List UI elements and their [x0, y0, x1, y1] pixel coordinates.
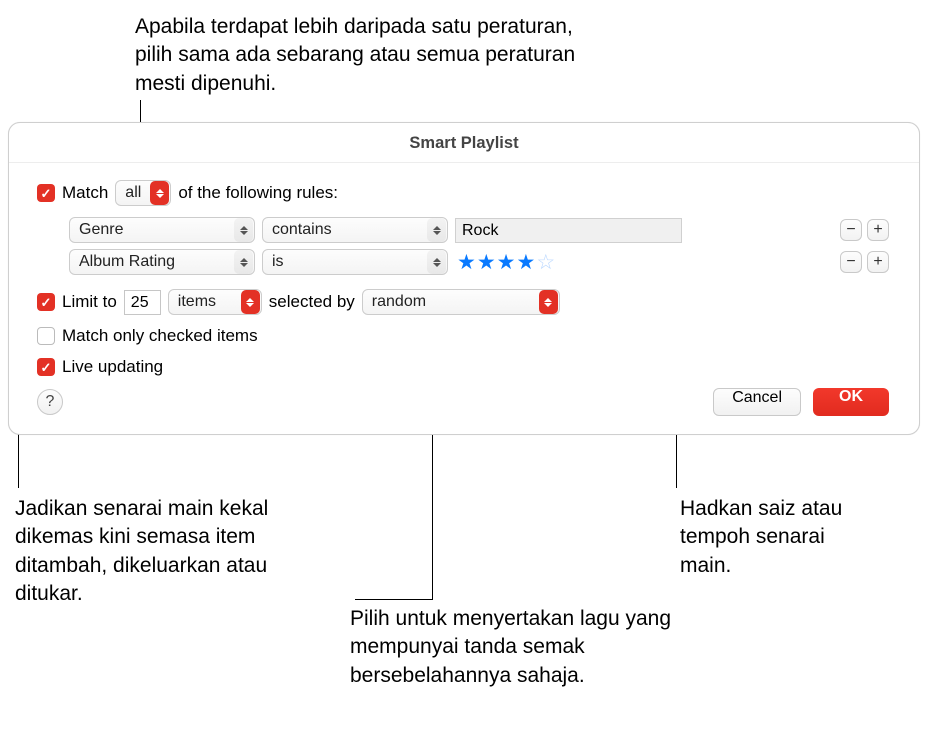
rule-field-popup[interactable]: Album Rating — [69, 249, 255, 275]
limit-label: Limit to — [62, 292, 117, 312]
remove-rule-button[interactable]: − — [840, 251, 862, 273]
callout-line — [355, 599, 433, 600]
limit-unit-popup[interactable]: items — [168, 289, 262, 315]
rule-operator-popup[interactable]: contains — [262, 217, 448, 243]
dialog-title: Smart Playlist — [9, 123, 919, 163]
rule-operator-value: contains — [272, 221, 340, 239]
rules-block: Genre contains Rock − + Album Rating — [69, 217, 889, 275]
rule-value-stars[interactable]: ★ ★ ★ ★ ☆ — [455, 252, 555, 273]
match-mode-value: all — [125, 184, 149, 202]
chevron-updown-icon — [234, 218, 253, 242]
callout-text-limit: Hadkan saiz atau tempoh senarai main. — [680, 495, 880, 580]
cancel-button[interactable]: Cancel — [713, 388, 801, 416]
chevron-updown-icon — [427, 218, 446, 242]
star-icon: ★ — [497, 252, 516, 273]
rule-row: Genre contains Rock − + — [69, 217, 889, 243]
rule-field-value: Album Rating — [79, 253, 183, 271]
rule-operator-value: is — [272, 253, 292, 271]
match-row: Match all of the following rules: — [37, 180, 889, 206]
smart-playlist-dialog: Smart Playlist Match all of the followin… — [8, 122, 920, 435]
rule-field-value: Genre — [79, 221, 131, 239]
star-icon: ★ — [516, 252, 535, 273]
match-only-checkbox[interactable] — [37, 327, 55, 345]
live-updating-checkbox[interactable] — [37, 358, 55, 376]
limit-method-value: random — [372, 293, 434, 311]
help-button[interactable]: ? — [37, 389, 63, 415]
chevron-updown-icon — [427, 250, 446, 274]
add-rule-button[interactable]: + — [867, 219, 889, 241]
limit-unit-value: items — [178, 293, 224, 311]
star-icon: ☆ — [536, 252, 555, 273]
limit-checkbox[interactable] — [37, 293, 55, 311]
rule-operator-popup[interactable]: is — [262, 249, 448, 275]
limit-method-popup[interactable]: random — [362, 289, 560, 315]
limit-selectedby-label: selected by — [269, 292, 355, 312]
chevron-updown-icon — [539, 290, 558, 314]
rule-field-popup[interactable]: Genre — [69, 217, 255, 243]
callout-text-top: Apabila terdapat lebih daripada satu per… — [135, 13, 595, 98]
star-icon: ★ — [457, 252, 476, 273]
add-rule-button[interactable]: + — [867, 251, 889, 273]
callout-text-match-only: Pilih untuk menyertakan lagu yang mempun… — [350, 605, 730, 690]
rule-row: Album Rating is ★ ★ ★ ★ ☆ − + — [69, 249, 889, 275]
limit-row: Limit to 25 items selected by random — [37, 289, 889, 315]
match-only-label: Match only checked items — [62, 326, 258, 346]
dialog-footer: ? Cancel OK — [37, 388, 889, 416]
chevron-updown-icon — [234, 250, 253, 274]
limit-value-input[interactable]: 25 — [124, 290, 161, 315]
chevron-updown-icon — [150, 181, 169, 205]
star-icon: ★ — [477, 252, 496, 273]
remove-rule-button[interactable]: − — [840, 219, 862, 241]
match-label-before: Match — [62, 183, 108, 203]
match-label-after: of the following rules: — [178, 183, 338, 203]
chevron-updown-icon — [241, 290, 260, 314]
callout-text-live: Jadikan senarai main kekal dikemas kini … — [15, 495, 305, 608]
match-checkbox[interactable] — [37, 184, 55, 202]
live-updating-label: Live updating — [62, 357, 163, 377]
ok-button[interactable]: OK — [813, 388, 889, 416]
live-updating-row: Live updating — [37, 357, 889, 377]
rule-value-input[interactable]: Rock — [455, 218, 682, 243]
match-only-row: Match only checked items — [37, 326, 889, 346]
match-mode-popup[interactable]: all — [115, 180, 171, 206]
